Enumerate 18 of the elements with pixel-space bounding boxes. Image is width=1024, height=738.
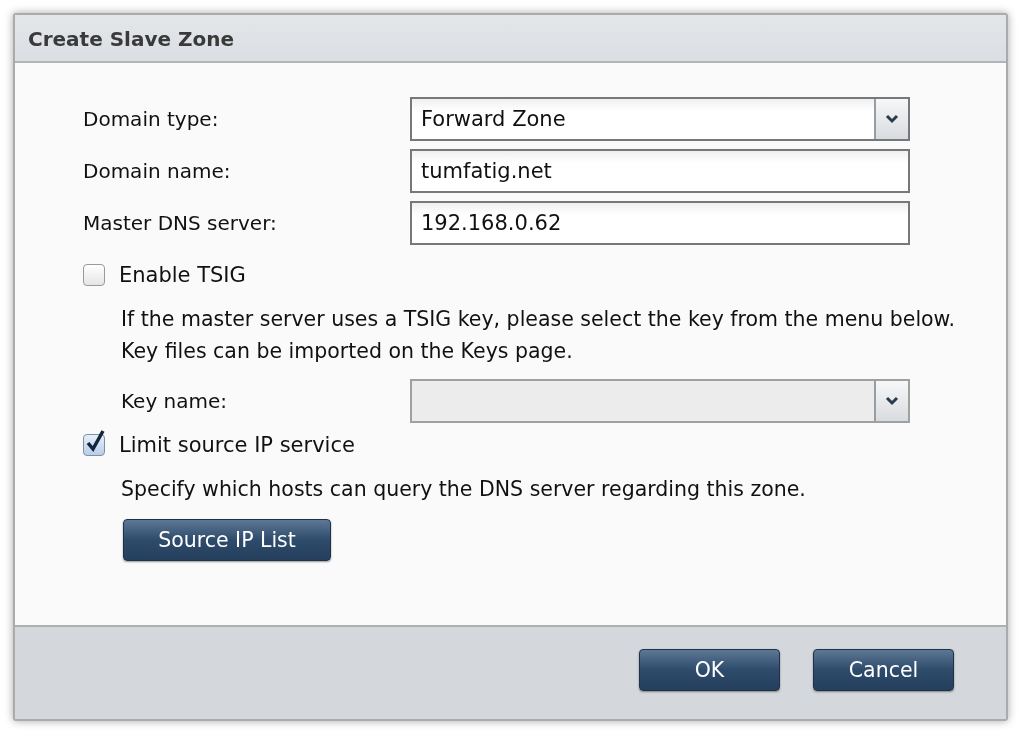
field-label: Domain name: (83, 159, 232, 183)
field-label: Key name: (121, 389, 229, 413)
description-text: Specify which hosts can query the DNS server regarding this zone. (121, 476, 807, 503)
ok-button[interactable]: OK (639, 649, 780, 691)
text-field[interactable]: tumfatig.net (410, 149, 910, 193)
description-text: If the master server uses a TSIG key, please select the key from the menu below. Key files can be imported on the Keys page. (121, 306, 957, 365)
field-label: Master DNS server: (83, 211, 278, 235)
caret-icon (885, 114, 899, 124)
source-ip-list-button[interactable]: Source IP List (123, 519, 331, 561)
dialog-title: Create Slave Zone (15, 15, 1006, 63)
checkbox[interactable] (83, 264, 105, 286)
field-label: Domain type: (83, 107, 220, 131)
dropdown-field[interactable]: Forward Zone (410, 97, 910, 141)
text-field[interactable]: 192.168.0.62 (410, 201, 910, 245)
caret-icon (885, 396, 899, 406)
cancel-button[interactable]: Cancel (813, 649, 954, 691)
checkbox-label[interactable]: Limit source IP service (119, 433, 355, 457)
checkbox-label[interactable]: Enable TSIG (119, 263, 246, 287)
